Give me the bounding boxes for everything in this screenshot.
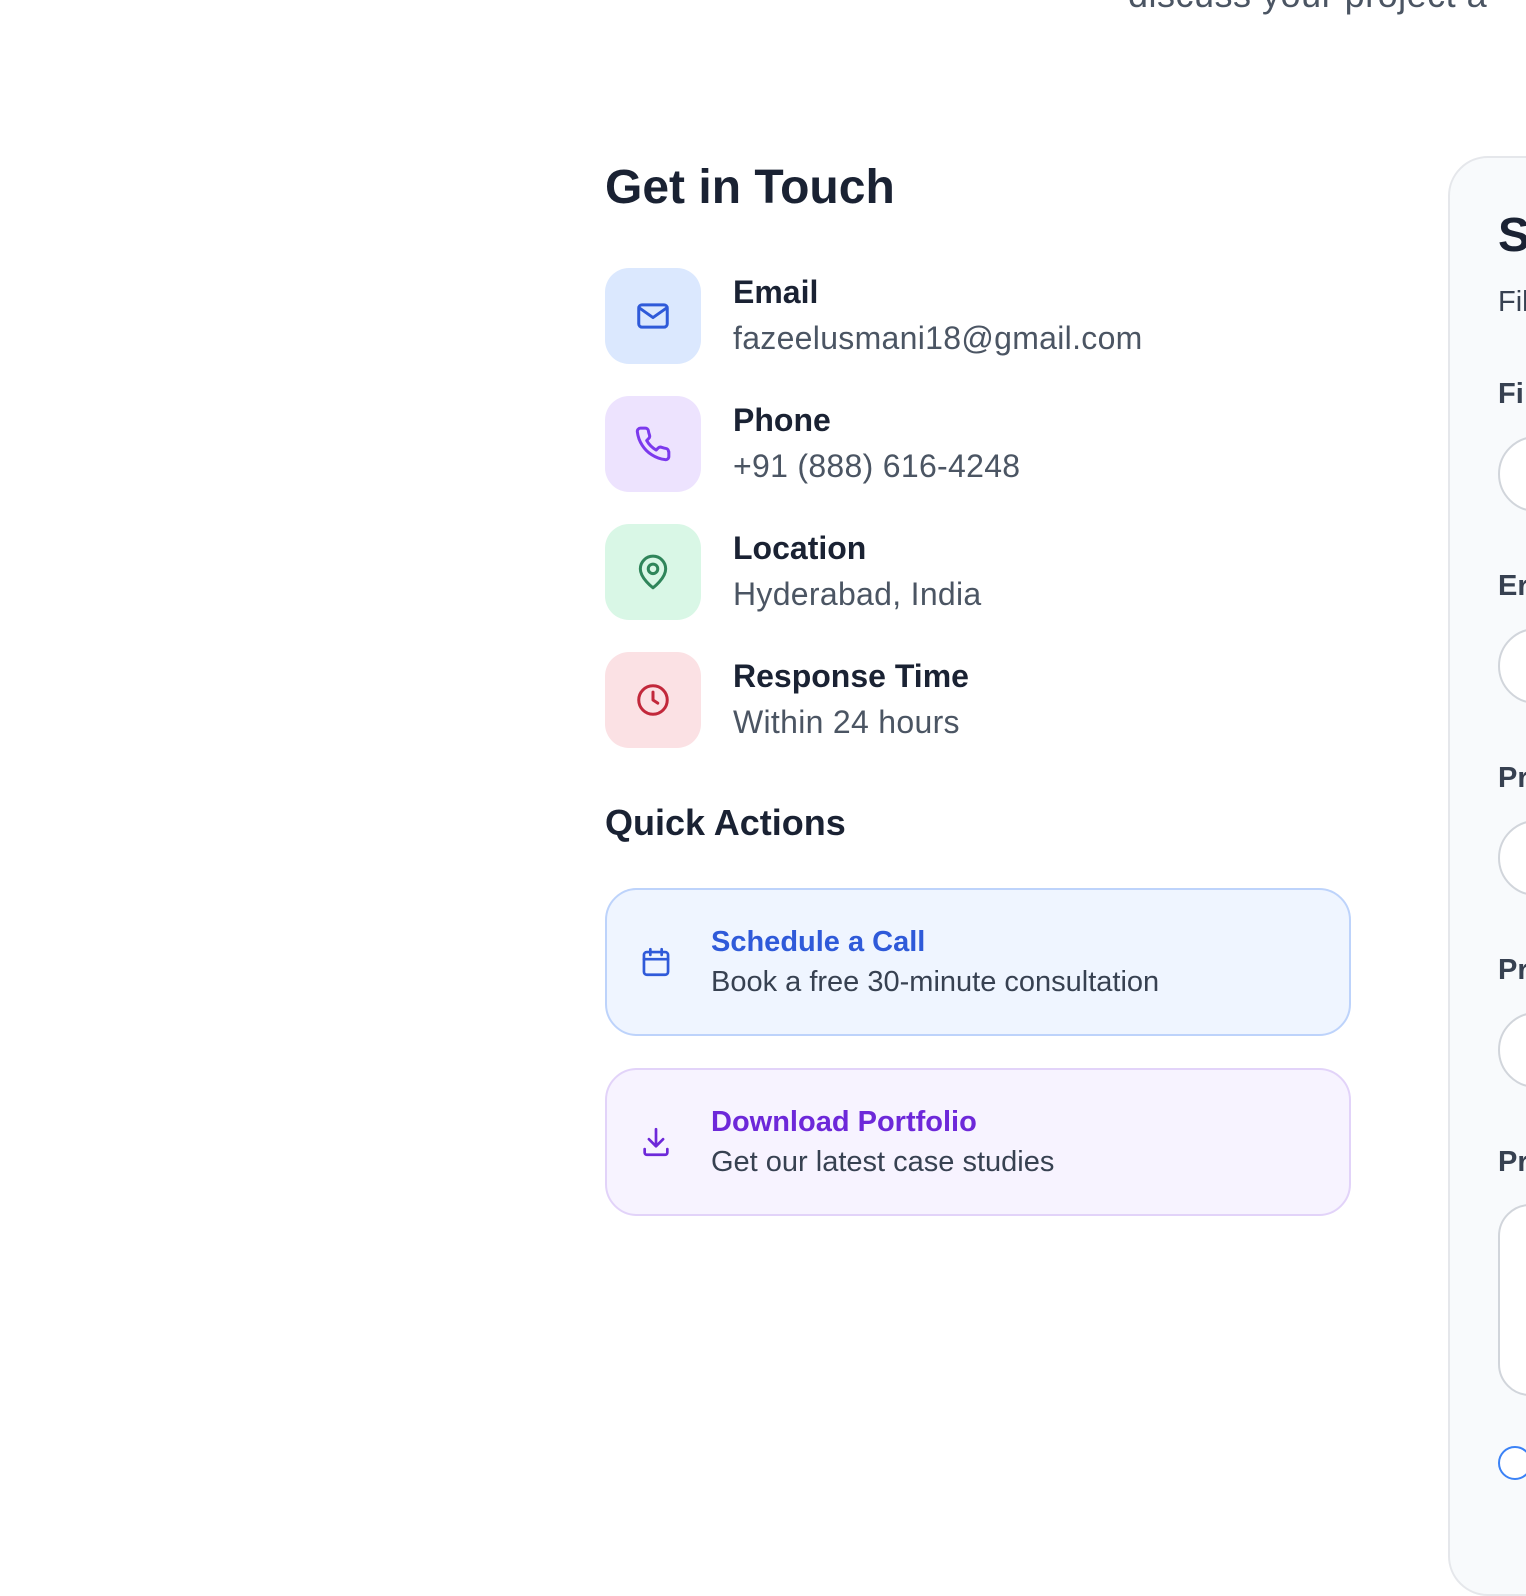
phone-value[interactable]: +91 (888) 616-4248 [733, 442, 1020, 490]
first-name-input[interactable] [1498, 436, 1526, 512]
contact-label: Location [733, 530, 867, 566]
contact-label: Phone [733, 402, 831, 438]
form-input[interactable] [1498, 1012, 1526, 1088]
form-textarea[interactable] [1498, 1204, 1526, 1396]
form-label: Fi [1498, 378, 1524, 410]
action-title: Download Portfolio [711, 1106, 977, 1138]
action-title: Schedule a Call [711, 926, 926, 958]
contact-info-list: Email fazeelusmani18@gmail.com Phone +91… [605, 268, 1353, 748]
form-label: Pr [1498, 762, 1526, 794]
contact-form-panel: S Fil Fi Er Pr Pr Pr [1448, 156, 1526, 1596]
mail-icon [605, 268, 701, 364]
form-label: Pr [1498, 1146, 1526, 1178]
section-subtitle: discuss your project a [1128, 0, 1487, 16]
phone-icon [605, 396, 701, 492]
action-subtitle: Get our latest case studies [711, 1146, 1055, 1178]
form-subtitle: Fil [1498, 286, 1526, 318]
map-pin-icon [605, 524, 701, 620]
contact-item-location: Location Hyderabad, India [605, 524, 1353, 620]
download-icon [643, 1127, 669, 1157]
clock-icon [605, 652, 701, 748]
form-label: Pr [1498, 954, 1526, 986]
location-value: Hyderabad, India [733, 576, 982, 612]
schedule-call-button[interactable]: Schedule a Call Book a free 30-minute co… [605, 888, 1351, 1036]
contact-label: Response Time [733, 658, 969, 694]
download-portfolio-button[interactable]: Download Portfolio Get our latest case s… [605, 1068, 1351, 1216]
contact-info-column: Get in Touch Email fazeelusmani18@gmail.… [605, 150, 1353, 1216]
calendar-icon [642, 947, 670, 977]
quick-actions-title: Quick Actions [605, 802, 846, 843]
page-title: Get in Touch [605, 161, 895, 214]
email-input[interactable] [1498, 628, 1526, 704]
contact-label: Email [733, 274, 819, 310]
form-input[interactable] [1498, 820, 1526, 896]
contact-item-email: Email fazeelusmani18@gmail.com [605, 268, 1353, 364]
contact-item-response-time: Response Time Within 24 hours [605, 652, 1353, 748]
contact-item-phone: Phone +91 (888) 616-4248 [605, 396, 1353, 492]
form-label: Er [1498, 570, 1526, 602]
form-title: S [1498, 208, 1526, 263]
response-time-value: Within 24 hours [733, 704, 960, 740]
email-value[interactable]: fazeelusmani18@gmail.com [733, 314, 1143, 362]
consent-radio[interactable] [1498, 1446, 1526, 1480]
action-subtitle: Book a free 30-minute consultation [711, 966, 1160, 998]
